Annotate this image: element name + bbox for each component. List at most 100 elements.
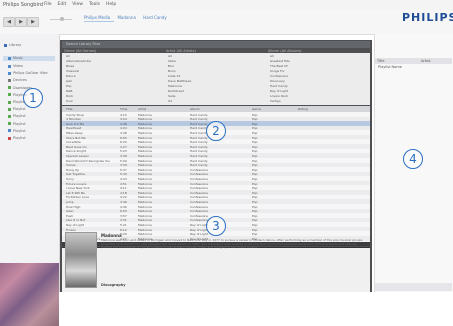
sidebar-item-label: Playlist xyxy=(13,107,26,112)
tab-artist[interactable]: Madonna xyxy=(117,15,135,20)
callout-marker-1: 1 xyxy=(23,88,43,108)
browse-cell: Sade xyxy=(168,94,176,98)
sidebar-item-label: Playlist xyxy=(13,128,26,133)
previous-button[interactable]: ◀ xyxy=(3,17,15,27)
sidebar-item[interactable]: Playlist xyxy=(8,107,25,111)
browse-cell: Calle 13 xyxy=(168,74,181,78)
browse-cell: Songs For xyxy=(270,69,285,73)
browse-cell: Confessions xyxy=(270,74,288,78)
browse-cell: Greatest Hits xyxy=(270,59,290,63)
sidebar-library-header[interactable]: Library xyxy=(4,43,21,47)
browse-cell: Dave Matthews xyxy=(168,79,192,83)
sidebar-item[interactable]: Philips GoGear Vibe xyxy=(8,71,47,75)
menu-help[interactable]: Help xyxy=(106,2,116,7)
browse-cell: The Best Of xyxy=(270,64,288,68)
sidebar-item-music[interactable]: Music xyxy=(8,56,23,60)
browse-cell: Dance xyxy=(66,74,76,78)
sidebar-item-icon xyxy=(8,136,11,140)
browse-cell: Madonna xyxy=(168,84,182,88)
play-button[interactable]: ▶ xyxy=(15,17,27,27)
browse-row[interactable]: Pop Madonna Hard Candy xyxy=(64,84,368,88)
browse-row[interactable]: Jazz Dave Matthews Discovery xyxy=(64,79,368,83)
menu-edit[interactable]: Edit xyxy=(58,2,67,7)
sidebar-item[interactable]: Playlist xyxy=(8,122,25,126)
track-column-header[interactable]: Title xyxy=(66,107,72,111)
sidebar-item-label: Devices xyxy=(13,78,27,83)
playlist-col-title[interactable]: Title xyxy=(377,59,385,63)
browse-cell: Hard Candy xyxy=(270,84,288,88)
artist-bio: Madonna was born and raised in Michigan … xyxy=(101,238,363,250)
library-icon xyxy=(4,43,7,47)
browse-cell: Classical xyxy=(66,69,80,73)
sidebar-item-icon xyxy=(8,114,11,118)
sidebar-item[interactable]: Devices xyxy=(8,78,27,82)
browse-row[interactable]: Blues Blur The Best Of xyxy=(64,64,368,68)
sidebar-item-label: Playlist xyxy=(13,136,26,140)
sidebar-item[interactable]: Playlist xyxy=(8,129,25,133)
sidebar-item-label: Philips GoGear Vibe xyxy=(13,71,48,76)
browse-cell: Rock xyxy=(66,94,74,98)
track-column-header[interactable]: Album xyxy=(190,107,200,111)
previous-icon: ◀ xyxy=(7,19,11,25)
menu-view[interactable]: View xyxy=(72,2,83,7)
browse-cell: Radiohead xyxy=(168,89,184,93)
track-column-header[interactable]: Artist xyxy=(138,107,146,111)
sidebar-item-label: Video xyxy=(13,64,23,68)
browse-row[interactable]: R&B Radiohead Ray of Light xyxy=(64,89,368,93)
sidebar-item-label: Playlist xyxy=(13,114,26,119)
track-column-header[interactable]: Genre xyxy=(252,107,261,111)
sidebar-item-icon xyxy=(8,100,11,104)
sidebar-item-icon xyxy=(8,64,11,68)
filter-search-label[interactable]: Search Library Files xyxy=(66,42,100,46)
browse-cell: R&B xyxy=(66,89,73,93)
discography-link[interactable]: Discography xyxy=(101,283,126,287)
volume-knob[interactable] xyxy=(60,17,64,21)
sidebar-item-label: Playlist xyxy=(13,121,26,126)
browse-cell: Soul xyxy=(66,99,73,103)
menu-file[interactable]: File xyxy=(44,2,52,7)
sidebar-item[interactable]: Playlist xyxy=(8,114,25,118)
browse-row[interactable]: Soul U2 Vertigo xyxy=(64,99,368,103)
browse-cell: Discovery xyxy=(270,79,285,83)
browse-cell: Blur xyxy=(168,64,175,68)
sidebar-item-icon xyxy=(8,71,11,75)
next-button[interactable]: ▶ xyxy=(27,17,39,27)
browse-row[interactable]: All All All xyxy=(64,54,368,58)
browse-row[interactable]: Alternative/Indie Abba Greatest Hits xyxy=(64,59,368,63)
tab-underline xyxy=(84,21,114,22)
browse-row[interactable]: Rock Sade Lovers Rock xyxy=(64,94,368,98)
menu-bar: File Edit View Tools Help xyxy=(44,2,116,7)
album-artwork xyxy=(0,263,59,326)
sidebar-item[interactable]: Video xyxy=(8,64,23,68)
callout-marker-4: 4 xyxy=(403,149,423,169)
tab-now-playing[interactable]: Philips Media xyxy=(84,15,110,20)
browse-cell: Pop xyxy=(66,84,72,88)
browse-cell: All xyxy=(168,54,172,58)
track-column-header[interactable]: Time xyxy=(120,107,127,111)
sidebar-item-icon xyxy=(8,78,11,82)
track-column-header[interactable]: Rating xyxy=(298,107,308,111)
sidebar-item-icon xyxy=(8,122,11,126)
sidebar-item-icon xyxy=(8,107,11,111)
now-playing-tabs: Philips Media Madonna Hard Candy xyxy=(84,15,173,20)
callout-marker-3: 3 xyxy=(206,216,226,236)
menu-tools[interactable]: Tools xyxy=(89,2,100,7)
filter-browser: All All All Alternative/Indie Abba Greatest H… xyxy=(62,53,370,105)
browse-cell: Blues xyxy=(66,64,75,68)
playlist-item[interactable]: Playlist Name xyxy=(378,65,402,69)
music-icon xyxy=(8,56,11,60)
playlist-header: Title Artist xyxy=(375,58,452,64)
callout-marker-2: 2 xyxy=(206,121,226,141)
browse-cell: Abba xyxy=(168,59,176,63)
sidebar-item-icon xyxy=(8,86,11,90)
sidebar-item[interactable]: Playlist xyxy=(8,136,25,140)
browse-row[interactable]: Dance Calle 13 Confessions xyxy=(64,74,368,78)
artist-photo xyxy=(65,232,97,288)
playlist-col-artist[interactable]: Artist xyxy=(421,59,430,63)
browse-cell: U2 xyxy=(168,99,173,103)
tab-album[interactable]: Hard Candy xyxy=(143,15,167,20)
sidebar-item-icon xyxy=(8,93,11,97)
sidebar: Library Music Video Philips GoGear Vibe De… xyxy=(0,34,60,326)
brand-logo: PHILIPS xyxy=(402,11,453,24)
browse-row[interactable]: Classical Bono Songs For xyxy=(64,69,368,73)
